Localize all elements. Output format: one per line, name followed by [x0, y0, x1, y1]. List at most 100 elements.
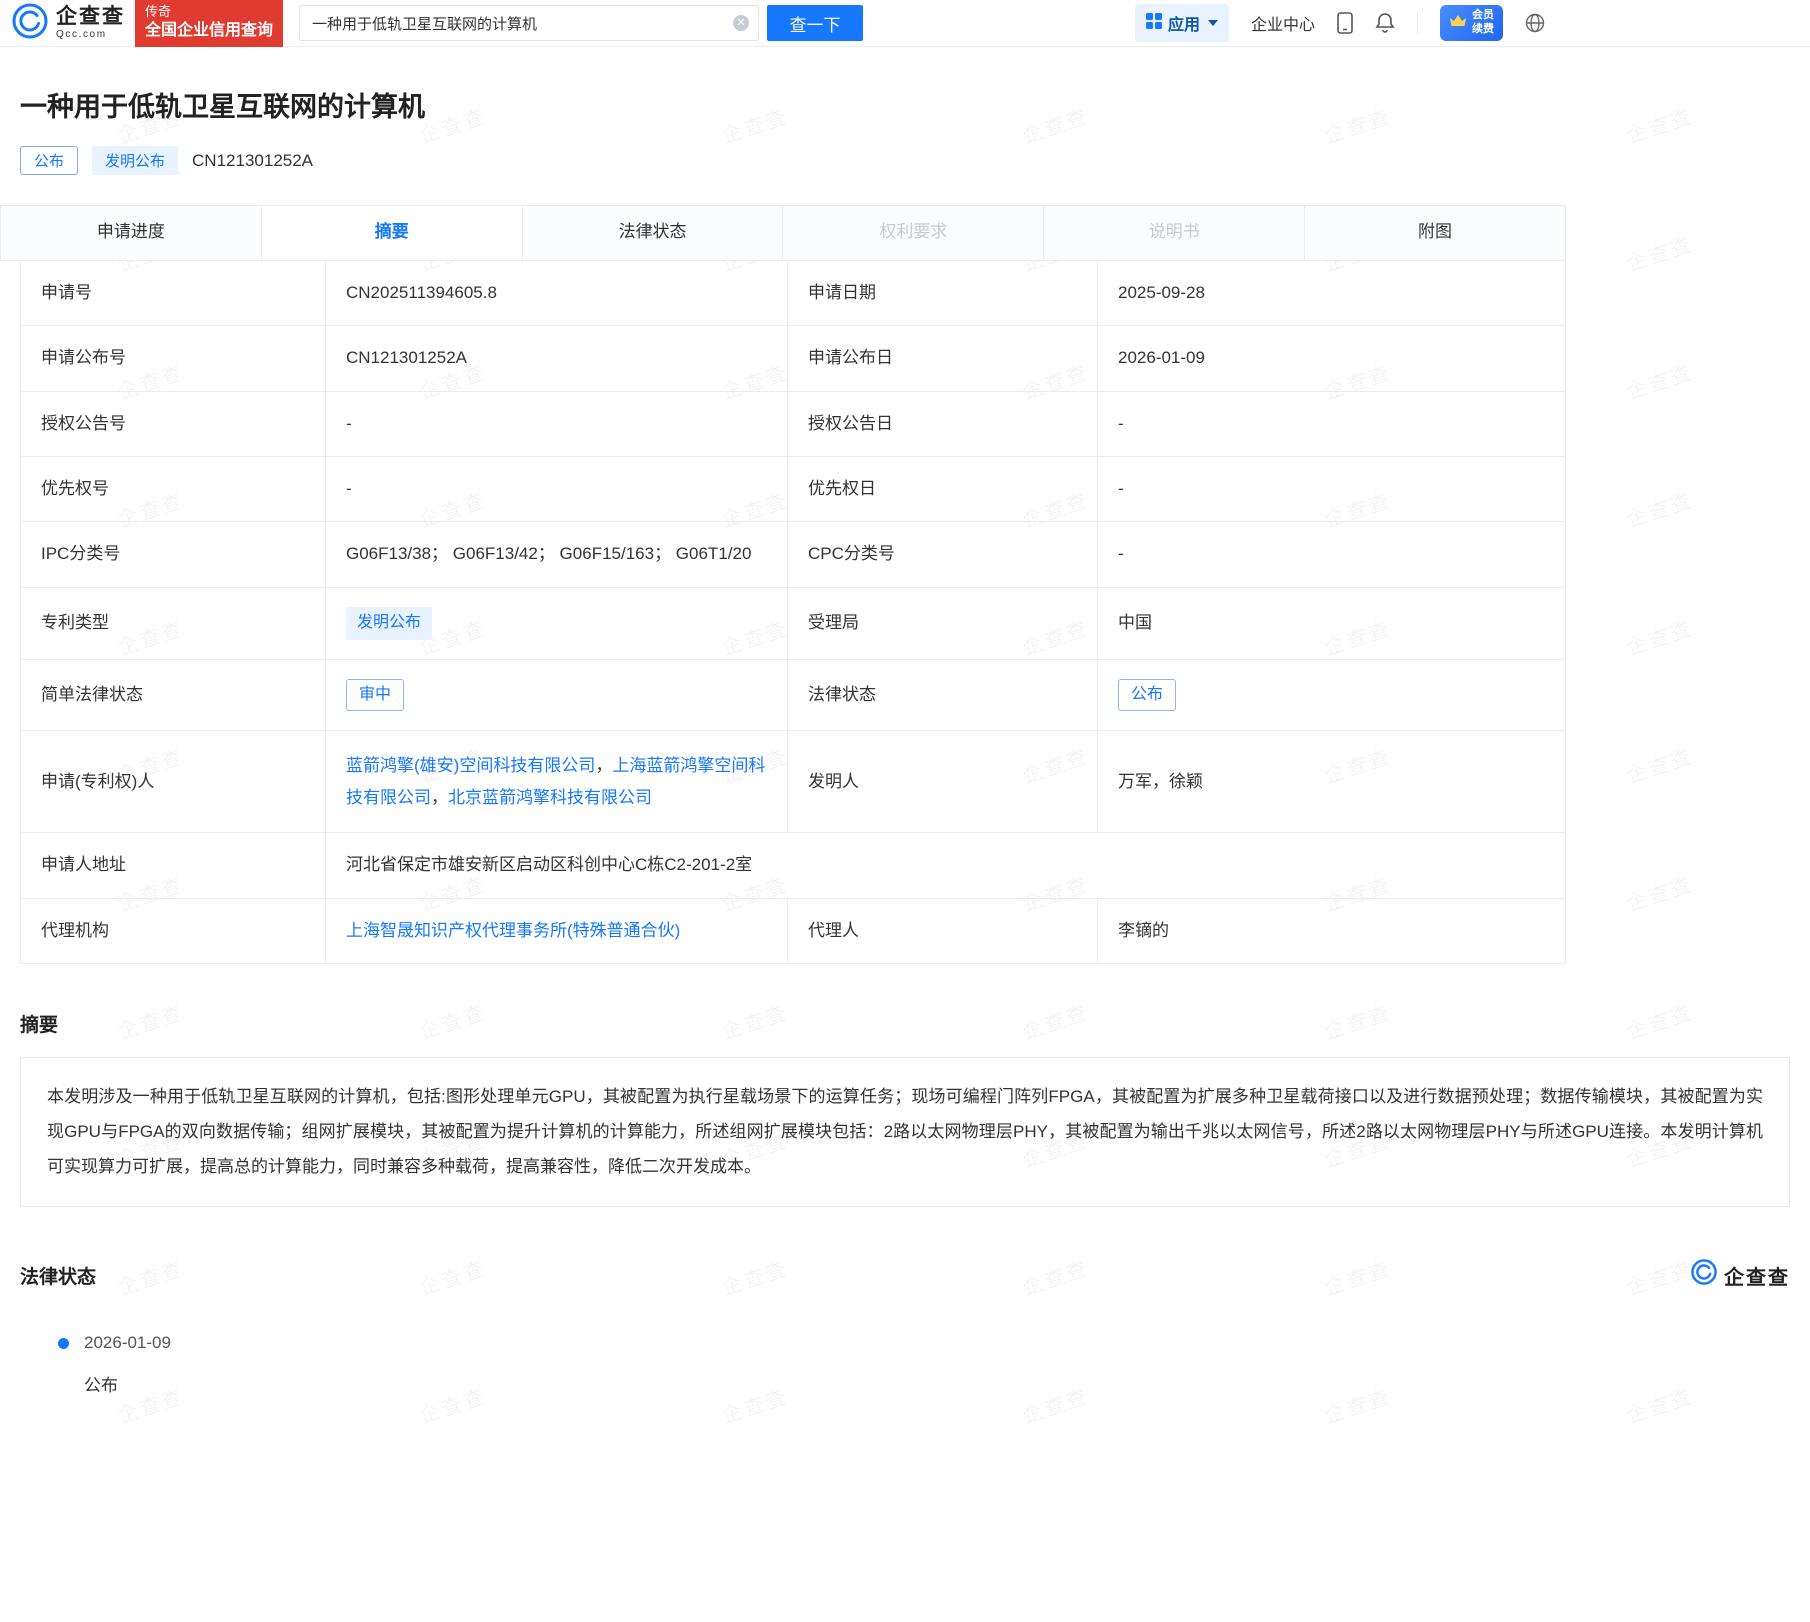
patent-type-badge: 发明公布	[92, 146, 178, 175]
search-button[interactable]: 查一下	[767, 5, 863, 41]
notification-bell-icon[interactable]	[1375, 12, 1395, 34]
patent-type-tag: 发明公布	[346, 607, 432, 640]
legal-status-label: 法律状态	[788, 660, 1098, 731]
enterprise-center-link[interactable]: 企业中心	[1251, 11, 1315, 35]
promo-line1: 传奇	[145, 4, 273, 21]
simple-legal-status-tag: 审中	[346, 679, 404, 712]
legal-status-badge: 公布	[20, 146, 78, 175]
application-no-label: 申请号	[21, 261, 326, 325]
mobile-phone-icon[interactable]	[1337, 12, 1353, 34]
timeline-date: 2026-01-09	[84, 1333, 1790, 1353]
priority-no-label: 优先权号	[21, 457, 326, 521]
office-value: 中国	[1098, 588, 1565, 659]
header: 企查查 Qcc.com 传奇 全国企业信用查询 ✕ 查一下	[0, 0, 1810, 47]
agency-cell: 上海智晟知识产权代理事务所(特殊普通合伙)	[326, 899, 788, 963]
priority-date-value: -	[1098, 457, 1565, 521]
corner-logo-text: 企查查	[1724, 1261, 1790, 1290]
publication-number: CN121301252A	[192, 151, 313, 171]
vip-renew-button[interactable]: 会员 续费	[1440, 5, 1503, 41]
grant-date-value: -	[1098, 392, 1565, 456]
patent-type-label: 专利类型	[21, 588, 326, 659]
agent-label: 代理人	[788, 899, 1098, 963]
address-value: 河北省保定市雄安新区启动区科创中心C栋C2-201-2室	[326, 833, 1565, 897]
ipc-value: G06F13/38； G06F13/42； G06F15/163； G06T1/…	[326, 522, 788, 586]
legal-status-section: 法律状态 企查查 2026-01-09 公布	[0, 1259, 1810, 1396]
page-title: 一种用于低轨卫星互联网的计算机	[20, 85, 1790, 124]
qcc-logo[interactable]: 企查查 Qcc.com	[12, 3, 125, 44]
legal-status-timeline: 2026-01-09 公布	[20, 1333, 1790, 1396]
chevron-down-icon	[1208, 20, 1218, 26]
row-classification: IPC分类号 G06F13/38； G06F13/42； G06F15/163；…	[21, 522, 1565, 587]
brand-name: 企查查	[56, 6, 125, 27]
applicant-link[interactable]: 北京蓝箭鸿擎科技有限公司	[448, 788, 652, 807]
tab-abstract[interactable]: 摘要	[262, 206, 523, 260]
applicants-cell: 蓝箭鸿擎(雄安)空间科技有限公司，上海蓝箭鸿擎空间科技有限公司，北京蓝箭鸿擎科技…	[326, 731, 788, 832]
crown-icon	[1449, 14, 1467, 33]
office-label: 受理局	[788, 588, 1098, 659]
title-badges: 公布 发明公布 CN121301252A	[20, 146, 1790, 175]
row-publication: 申请公布号 CN121301252A 申请公布日 2026-01-09	[21, 326, 1565, 391]
separator: ，	[595, 756, 612, 775]
tab-drawings[interactable]: 附图	[1305, 206, 1565, 260]
patent-details-table: 申请号 CN202511394605.8 申请日期 2025-09-28 申请公…	[20, 261, 1566, 964]
legal-status-heading: 法律状态	[20, 1262, 96, 1289]
tab-claims: 权利要求	[783, 206, 1044, 260]
qcc-logo-icon	[1691, 1259, 1717, 1291]
tab-bar: 申请进度 摘要 法律状态 权利要求 说明书 附图	[0, 205, 1566, 261]
tab-legal-status[interactable]: 法律状态	[523, 206, 784, 260]
abstract-section: 摘要 本发明涉及一种用于低轨卫星互联网的计算机，包括:图形处理单元GPU，其被配…	[0, 1010, 1810, 1208]
apps-label: 应用	[1168, 11, 1200, 35]
row-type-office: 专利类型 发明公布 受理局 中国	[21, 588, 1565, 660]
qcc-corner-logo: 企查查	[1691, 1259, 1790, 1291]
legal-status-cell: 公布	[1098, 660, 1565, 731]
apps-grid-icon	[1146, 13, 1162, 34]
simple-legal-status-cell: 审中	[326, 660, 788, 731]
applicants-label: 申请(专利权)人	[21, 731, 326, 832]
qcc-logo-icon	[12, 3, 48, 44]
cpc-label: CPC分类号	[788, 522, 1098, 586]
globe-icon[interactable]	[1525, 13, 1545, 33]
vip-label-1: 会员	[1472, 9, 1494, 23]
row-agency: 代理机构 上海智晟知识产权代理事务所(特殊普通合伙) 代理人 李镝的	[21, 899, 1565, 964]
row-priority: 优先权号 - 优先权日 -	[21, 457, 1565, 522]
promo-badge[interactable]: 传奇 全国企业信用查询	[135, 0, 283, 47]
abstract-heading: 摘要	[20, 1010, 1790, 1037]
application-no-value: CN202511394605.8	[326, 261, 788, 325]
apps-menu-button[interactable]: 应用	[1135, 4, 1229, 42]
search-input[interactable]	[299, 5, 759, 41]
divider	[1417, 12, 1418, 34]
promo-line2: 全国企业信用查询	[145, 21, 273, 42]
cpc-value: -	[1098, 522, 1565, 586]
ipc-label: IPC分类号	[21, 522, 326, 586]
grant-date-label: 授权公告日	[788, 392, 1098, 456]
publication-no-label: 申请公布号	[21, 326, 326, 390]
row-address: 申请人地址 河北省保定市雄安新区启动区科创中心C栋C2-201-2室	[21, 833, 1565, 898]
publication-date-label: 申请公布日	[788, 326, 1098, 390]
patent-type-cell: 发明公布	[326, 588, 788, 659]
simple-legal-status-label: 简单法律状态	[21, 660, 326, 731]
agency-link[interactable]: 上海智晟知识产权代理事务所(特殊普通合伙)	[346, 918, 680, 944]
inventors-label: 发明人	[788, 731, 1098, 832]
row-grant: 授权公告号 - 授权公告日 -	[21, 392, 1565, 457]
priority-no-value: -	[326, 457, 788, 521]
agency-label: 代理机构	[21, 899, 326, 963]
tab-description: 说明书	[1044, 206, 1305, 260]
timeline-item: 2026-01-09 公布	[58, 1333, 1790, 1396]
agent-value: 李镝的	[1098, 899, 1565, 963]
row-applicants: 申请(专利权)人 蓝箭鸿擎(雄安)空间科技有限公司，上海蓝箭鸿擎空间科技有限公司…	[21, 731, 1565, 833]
top-nav: 应用 企业中心	[1135, 4, 1545, 42]
application-date-label: 申请日期	[788, 261, 1098, 325]
brand-domain: Qcc.com	[56, 30, 125, 40]
grant-no-value: -	[326, 392, 788, 456]
row-legal-status: 简单法律状态 审中 法律状态 公布	[21, 660, 1565, 732]
publication-date-value: 2026-01-09	[1098, 326, 1565, 390]
clear-search-icon[interactable]: ✕	[733, 15, 749, 31]
timeline-status: 公布	[84, 1371, 1790, 1396]
legal-status-tag: 公布	[1118, 679, 1176, 712]
priority-date-label: 优先权日	[788, 457, 1098, 521]
applicant-link[interactable]: 蓝箭鸿擎(雄安)空间科技有限公司	[346, 756, 595, 775]
separator: ，	[431, 788, 448, 807]
application-date-value: 2025-09-28	[1098, 261, 1565, 325]
timeline-dot-icon	[58, 1338, 69, 1349]
tab-application-progress[interactable]: 申请进度	[1, 206, 262, 260]
